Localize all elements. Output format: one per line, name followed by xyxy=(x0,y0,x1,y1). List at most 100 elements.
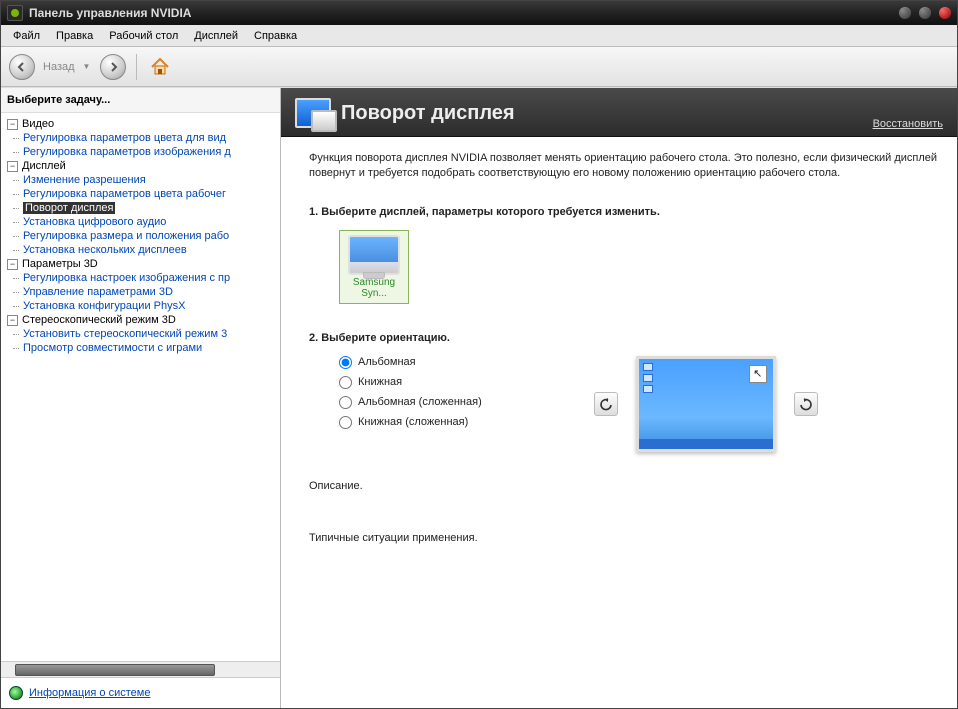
minimize-button[interactable] xyxy=(899,7,911,19)
tree-item[interactable]: Регулировка параметров изображения д xyxy=(1,145,280,159)
tree-link[interactable]: Регулировка настроек изображения с пр xyxy=(23,272,230,284)
collapse-icon[interactable]: − xyxy=(7,119,18,130)
forward-button[interactable] xyxy=(100,54,126,80)
orientation-radios: Альбомная Книжная Альбомная (сложенная) … xyxy=(339,356,482,429)
tree-group-label-display[interactable]: − Дисплей xyxy=(1,159,280,173)
main-area: Выберите задачу... − Видео Регулировка п… xyxy=(1,87,957,708)
intro-text: Функция поворота дисплея NVIDIA позволяе… xyxy=(309,151,939,182)
display-label: Samsung Syn... xyxy=(342,277,406,299)
tree-item[interactable]: Регулировка настроек изображения с пр xyxy=(1,271,280,285)
task-sidebar: Выберите задачу... − Видео Регулировка п… xyxy=(1,88,281,708)
rotate-display-icon xyxy=(295,98,331,128)
tree-group-text: Параметры 3D xyxy=(22,258,98,270)
collapse-icon[interactable]: − xyxy=(7,315,18,326)
display-selector-item[interactable]: Samsung Syn... xyxy=(339,230,409,304)
tree-item[interactable]: Просмотр совместимости с играми xyxy=(1,341,280,355)
step2-label: 2. Выберите ориентацию. xyxy=(309,332,939,344)
tree-link[interactable]: Регулировка параметров цвета рабочег xyxy=(23,188,226,200)
tree-item[interactable]: Регулировка размера и положения рабо xyxy=(1,229,280,243)
tree-group-label-3d[interactable]: − Параметры 3D xyxy=(1,257,280,271)
radio-portrait-flipped[interactable]: Книжная (сложенная) xyxy=(339,416,482,429)
radio-landscape-flipped[interactable]: Альбомная (сложенная) xyxy=(339,396,482,409)
back-button[interactable] xyxy=(9,54,35,80)
scrollbar-thumb[interactable] xyxy=(15,664,215,676)
home-button[interactable] xyxy=(147,54,173,80)
typical-usage-label: Типичные ситуации применения. xyxy=(309,532,939,544)
menubar: Файл Правка Рабочий стол Дисплей Справка xyxy=(1,25,957,47)
description-label: Описание. xyxy=(309,480,939,492)
collapse-icon[interactable]: − xyxy=(7,161,18,172)
tree-link[interactable]: Просмотр совместимости с играми xyxy=(23,342,202,354)
menu-file[interactable]: Файл xyxy=(5,27,48,45)
tree-group-text: Стереоскопический режим 3D xyxy=(22,314,176,326)
rotate-cw-button[interactable] xyxy=(794,392,818,416)
tree-item[interactable]: Регулировка параметров цвета для вид xyxy=(1,131,280,145)
radio-portrait[interactable]: Книжная xyxy=(339,376,482,389)
menu-desktop[interactable]: Рабочий стол xyxy=(101,27,186,45)
preview-wrap: ↖ xyxy=(594,356,818,452)
content-body: Функция поворота дисплея NVIDIA позволяе… xyxy=(281,137,957,708)
tree-item[interactable]: Управление параметрами 3D xyxy=(1,285,280,299)
back-label: Назад xyxy=(43,61,75,73)
toolbar: Назад ▼ xyxy=(1,47,957,87)
orientation-section: Альбомная Книжная Альбомная (сложенная) … xyxy=(339,356,939,452)
content-pane: Поворот дисплея Восстановить Функция пов… xyxy=(281,88,957,708)
window-buttons xyxy=(899,7,951,19)
tree-item[interactable]: Установка конфигурации PhysX xyxy=(1,299,280,313)
preview-arrow-icon: ↖ xyxy=(749,365,767,383)
monitor-icon xyxy=(348,235,400,275)
tree-link[interactable]: Изменение разрешения xyxy=(23,174,146,186)
tree-group-stereo: − Стереоскопический режим 3D Установить … xyxy=(1,313,280,355)
system-info-link[interactable]: Информация о системе xyxy=(29,687,150,699)
radio-label: Альбомная (сложенная) xyxy=(358,396,482,408)
nvidia-control-panel-window: Панель управления NVIDIA Файл Правка Раб… xyxy=(0,0,958,709)
tree-link[interactable]: Установка цифрового аудио xyxy=(23,216,166,228)
radio-input-portrait-flipped[interactable] xyxy=(339,416,352,429)
back-history-dropdown-icon[interactable]: ▼ xyxy=(83,62,91,71)
restore-defaults-link[interactable]: Восстановить xyxy=(873,118,943,130)
tree-link[interactable]: Управление параметрами 3D xyxy=(23,286,173,298)
task-header: Выберите задачу... xyxy=(1,88,280,113)
close-button[interactable] xyxy=(939,7,951,19)
page-title: Поворот дисплея xyxy=(341,102,943,125)
tree-group-label-stereo[interactable]: − Стереоскопический режим 3D xyxy=(1,313,280,327)
tree-link[interactable]: Установить стереоскопический режим 3 xyxy=(23,328,227,340)
menu-display[interactable]: Дисплей xyxy=(186,27,246,45)
tree-link[interactable]: Регулировка параметров цвета для вид xyxy=(23,132,226,144)
tree-item[interactable]: Регулировка параметров цвета рабочег xyxy=(1,187,280,201)
tree-link[interactable]: Регулировка параметров изображения д xyxy=(23,146,231,158)
orientation-preview: ↖ xyxy=(636,356,776,452)
tree-link-selected[interactable]: Поворот дисплея xyxy=(23,202,115,214)
radio-input-landscape-flipped[interactable] xyxy=(339,396,352,409)
titlebar: Панель управления NVIDIA xyxy=(1,1,957,25)
tree-item-rotate-display[interactable]: Поворот дисплея xyxy=(1,201,280,215)
menu-help[interactable]: Справка xyxy=(246,27,305,45)
sidebar-horizontal-scrollbar[interactable] xyxy=(1,661,280,677)
nvidia-app-icon xyxy=(7,5,23,21)
radio-label: Книжная xyxy=(358,376,402,388)
step1-label: 1. Выберите дисплей, параметры которого … xyxy=(309,206,939,218)
tree-item[interactable]: Установить стереоскопический режим 3 xyxy=(1,327,280,341)
rotate-ccw-button[interactable] xyxy=(594,392,618,416)
preview-taskbar xyxy=(639,439,773,449)
tree-item[interactable]: Изменение разрешения xyxy=(1,173,280,187)
window-title: Панель управления NVIDIA xyxy=(29,6,899,20)
tree-link[interactable]: Установка конфигурации PhysX xyxy=(23,300,185,312)
collapse-icon[interactable]: − xyxy=(7,259,18,270)
content-header: Поворот дисплея Восстановить xyxy=(281,88,957,137)
tree-item[interactable]: Установка цифрового аудио xyxy=(1,215,280,229)
maximize-button[interactable] xyxy=(919,7,931,19)
radio-input-portrait[interactable] xyxy=(339,376,352,389)
radio-input-landscape[interactable] xyxy=(339,356,352,369)
radio-label: Альбомная xyxy=(358,356,416,368)
tree-link[interactable]: Установка нескольких дисплеев xyxy=(23,244,187,256)
radio-label: Книжная (сложенная) xyxy=(358,416,468,428)
menu-edit[interactable]: Правка xyxy=(48,27,101,45)
tree-group-display: − Дисплей Изменение разрешения Регулиров… xyxy=(1,159,280,257)
info-icon xyxy=(9,686,23,700)
tree-group-text: Видео xyxy=(22,118,54,130)
tree-item[interactable]: Установка нескольких дисплеев xyxy=(1,243,280,257)
radio-landscape[interactable]: Альбомная xyxy=(339,356,482,369)
tree-group-label-video[interactable]: − Видео xyxy=(1,117,280,131)
tree-link[interactable]: Регулировка размера и положения рабо xyxy=(23,230,229,242)
